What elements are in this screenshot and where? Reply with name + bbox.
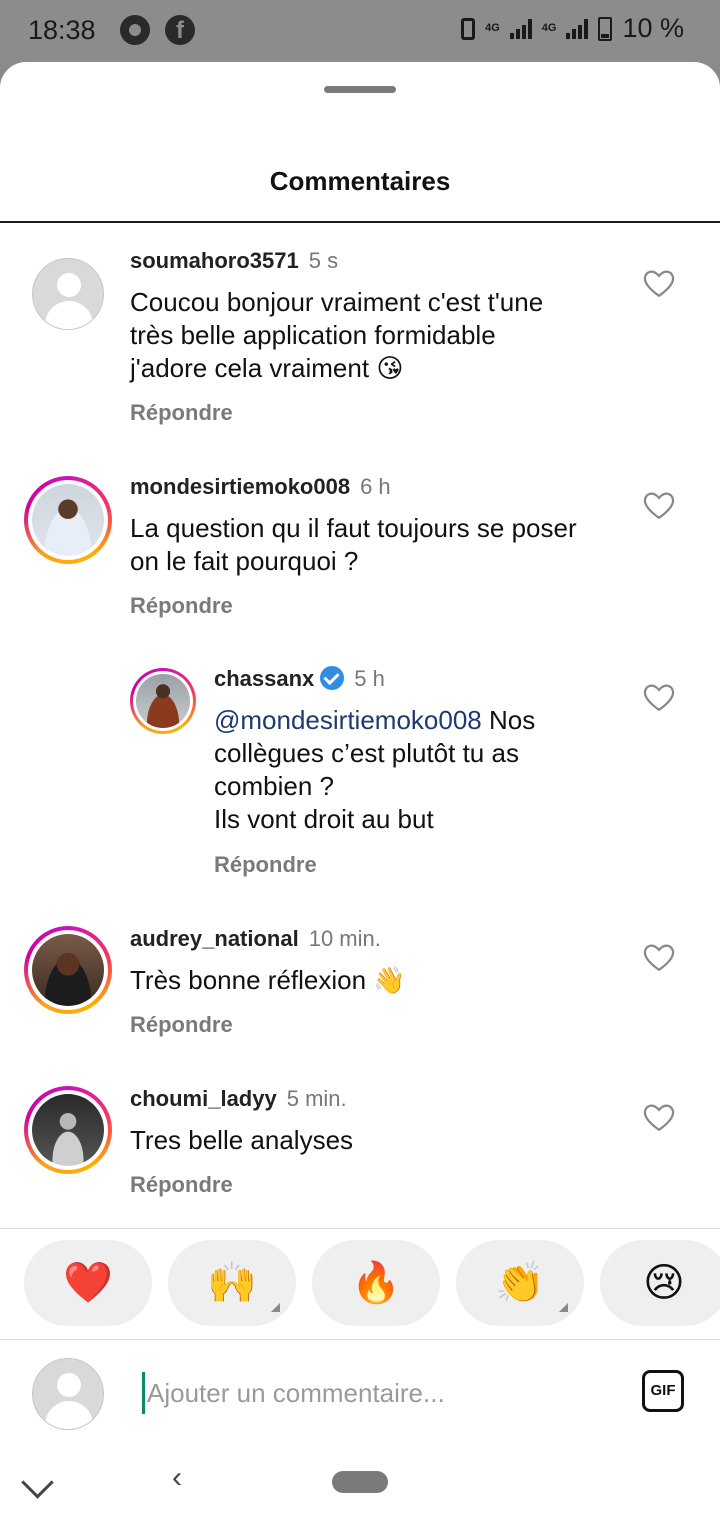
avatar-story-ring[interactable]: [24, 1086, 112, 1174]
comment-time: 5 min.: [286, 1086, 347, 1111]
network-label-2: 4G: [541, 22, 557, 34]
avatar-story-ring[interactable]: [24, 926, 112, 1014]
avatar[interactable]: [32, 258, 104, 330]
reaction-clap-button[interactable]: 👏: [456, 1240, 584, 1326]
comment-time: 5 s: [308, 248, 339, 273]
avatar: [32, 934, 104, 1006]
reaction-raising-hands-button[interactable]: 🙌: [168, 1240, 296, 1326]
reaction-heart-button[interactable]: ❤️: [24, 1240, 152, 1326]
like-heart-icon[interactable]: [642, 1100, 676, 1134]
status-time: 18:38: [28, 15, 96, 45]
signal-icon: [509, 18, 532, 39]
drag-handle[interactable]: [324, 86, 396, 93]
username-text[interactable]: chassanx: [214, 666, 314, 691]
raising-hands-emoji: 🙌: [207, 1260, 257, 1306]
comment-time: 10 min.: [308, 926, 381, 951]
avatar: [32, 484, 104, 556]
composer-divider: [0, 1339, 720, 1340]
avatar-story-ring[interactable]: [24, 476, 112, 564]
username-text[interactable]: mondesirtiemoko008: [130, 474, 350, 499]
comment-username[interactable]: chassanx 5 h: [214, 666, 385, 692]
comment-username[interactable]: mondesirtiemoko008 6 h: [130, 474, 391, 500]
comment-input[interactable]: [142, 1372, 619, 1414]
user-mention-link[interactable]: @mondesirtiemoko008: [214, 705, 482, 735]
comment-username[interactable]: audrey_national 10 min.: [130, 926, 381, 952]
facebook-icon: f: [165, 15, 195, 45]
header-divider: [0, 221, 720, 223]
waving-hand-emoji: 👋: [373, 966, 406, 996]
system-nav-bar: ‹: [0, 1455, 720, 1520]
battery-percent: 10 %: [622, 13, 684, 43]
username-text[interactable]: choumi_ladyy: [130, 1086, 277, 1111]
verified-badge-icon: [320, 666, 345, 690]
comment-composer: GIF: [0, 1358, 720, 1432]
reply-button[interactable]: Répondre: [130, 1172, 233, 1198]
reply-button[interactable]: Répondre: [130, 1012, 233, 1038]
back-chevron-icon[interactable]: ‹: [172, 1461, 182, 1495]
comment-text: Coucou bonjour vraiment c'est t'une très…: [130, 286, 630, 386]
comment-text: Tres belle analyses: [130, 1125, 354, 1155]
kiss-emoji: 😘: [376, 354, 404, 384]
reaction-crying-button[interactable]: 😢: [600, 1240, 720, 1326]
skin-tone-indicator-icon: [271, 1303, 280, 1312]
chrome-icon: [120, 15, 150, 45]
comment-body: Coucou bonjour vraiment c'est t'une très…: [130, 287, 544, 383]
comment-time: 6 h: [360, 474, 391, 499]
reply-button[interactable]: Répondre: [214, 852, 317, 878]
comment-text: Très bonne réflexion 👋: [130, 964, 630, 998]
reaction-fire-button[interactable]: 🔥: [312, 1240, 440, 1326]
keyboard-hide-icon[interactable]: [21, 1466, 54, 1499]
comment-time: 5 h: [354, 666, 385, 691]
comment-body: Très bonne réflexion: [130, 965, 367, 995]
sheet-title: Commentaires: [269, 166, 451, 196]
current-user-avatar: [32, 1358, 104, 1430]
username-text[interactable]: soumahoro3571: [130, 248, 299, 273]
avatar: [136, 674, 190, 728]
gif-button[interactable]: GIF: [642, 1370, 684, 1412]
home-pill-button[interactable]: [332, 1471, 388, 1493]
like-heart-icon[interactable]: [642, 266, 676, 300]
reply-button[interactable]: Répondre: [130, 593, 233, 619]
avatar: [32, 1094, 104, 1166]
reactions-divider: [0, 1228, 720, 1229]
skin-tone-indicator-icon: [559, 1303, 568, 1312]
like-heart-icon[interactable]: [642, 940, 676, 974]
reply-button[interactable]: Répondre: [130, 400, 233, 426]
quick-reactions-bar: ❤️ 🙌 🔥 👏 😢: [0, 1240, 720, 1328]
comment-username[interactable]: choumi_ladyy 5 min.: [130, 1086, 347, 1112]
avatar-story-ring[interactable]: [130, 668, 196, 734]
comment-text: @mondesirtiemoko008 Nos collègues c’est …: [214, 704, 634, 836]
like-heart-icon[interactable]: [642, 680, 676, 714]
username-text[interactable]: audrey_national: [130, 926, 299, 951]
clapping-hands-emoji: 👏: [495, 1260, 545, 1306]
status-bar: 18:38 f 4G 4G 10 %: [0, 0, 720, 62]
like-heart-icon[interactable]: [642, 488, 676, 522]
comment-text: La question qu il faut toujours se poser…: [130, 513, 577, 576]
comment-username[interactable]: soumahoro3571 5 s: [130, 248, 338, 274]
network-label-1: 4G: [485, 22, 500, 34]
signal-icon-2: [566, 18, 589, 39]
battery-icon: [598, 16, 613, 41]
comments-sheet: Commentaires soumahoro3571 5 s Coucou bon…: [0, 62, 720, 1520]
vibrate-icon: [461, 17, 476, 40]
